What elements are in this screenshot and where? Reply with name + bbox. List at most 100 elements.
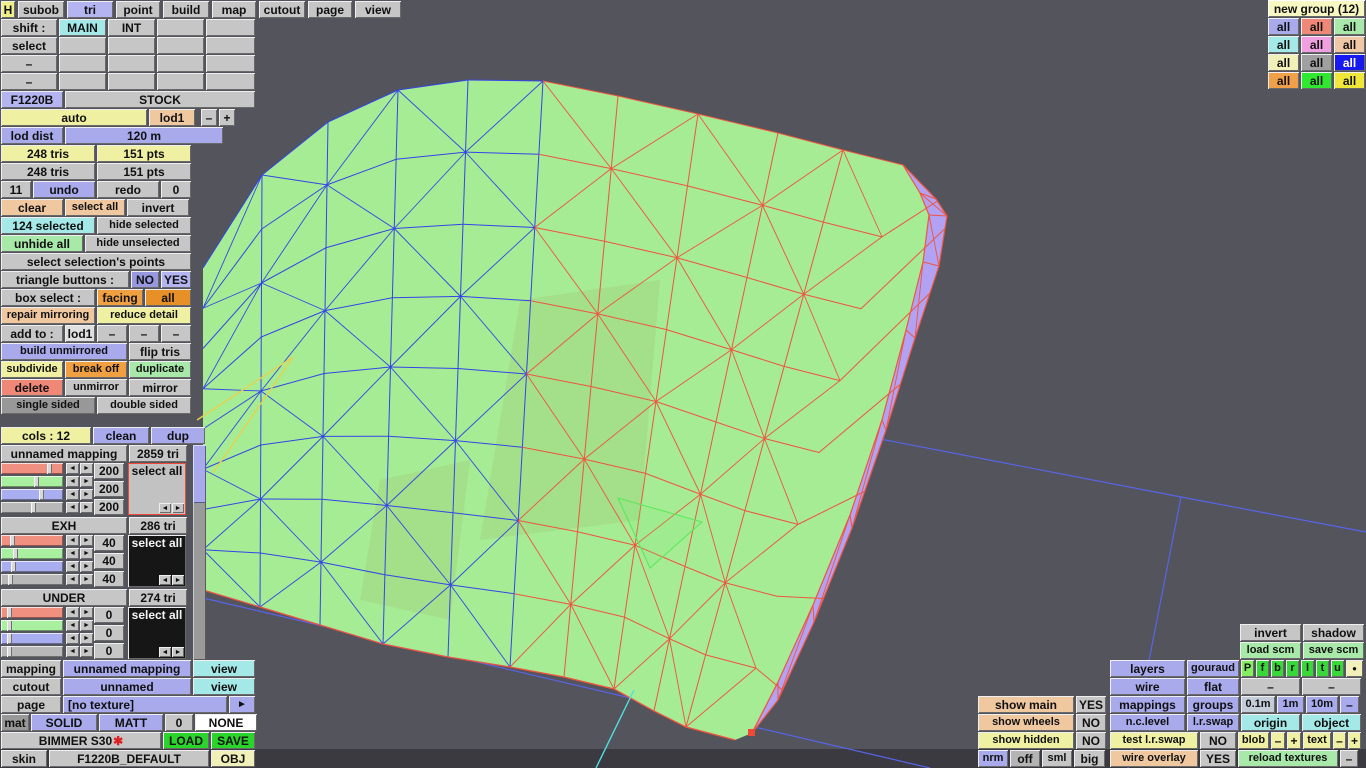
mat-none[interactable]: NONE [195,714,257,731]
nrm-sml[interactable]: sml [1042,750,1072,767]
mapping-scrollbar[interactable] [193,445,206,660]
config-stock[interactable]: STOCK [65,91,255,108]
lod-dist-label[interactable]: lod dist [1,127,63,144]
single-sided-button[interactable]: single sided [1,397,95,414]
layer-toggle-r[interactable]: r [1286,660,1299,677]
tris-count-total[interactable]: 248 tris [1,163,95,180]
show-main-yes[interactable]: YES [1076,696,1106,713]
group-all-button[interactable]: all [1268,18,1299,35]
group-all-button[interactable]: all [1334,36,1365,53]
mapping-view-button[interactable]: view [193,660,255,677]
tab-point[interactable]: point [116,1,160,18]
mirror-button[interactable]: mirror [129,379,191,396]
box-select-all[interactable]: all [145,289,191,306]
section-next-button[interactable]: ► [172,647,184,657]
slider-inc-button[interactable]: ► [80,646,93,657]
invert-view-button[interactable]: invert [1240,624,1301,641]
load-button[interactable]: LOAD [163,732,209,749]
slider-dec-button[interactable]: ◄ [66,607,79,618]
nrm-big[interactable]: big [1074,750,1105,767]
group-all-button[interactable]: all [1334,54,1365,71]
subobj-empty[interactable] [206,37,255,54]
delete-button[interactable]: delete [1,379,63,396]
layer-toggle-f[interactable]: f [1256,660,1269,677]
layer-toggle-l[interactable]: l [1301,660,1314,677]
slider-inc-button[interactable]: ► [80,620,93,631]
color-value[interactable]: 0 [94,607,124,623]
layer-toggle-t[interactable]: t [1316,660,1329,677]
origin-button[interactable]: origin [1241,714,1300,731]
slider-inc-button[interactable]: ► [80,548,93,559]
undo-button[interactable]: undo [33,181,95,198]
build-unmirrored-button[interactable]: build unmirrored [1,343,127,360]
gouraud-button[interactable]: gouraud [1187,660,1239,677]
layer-toggle-u[interactable]: u [1331,660,1344,677]
mappings-button[interactable]: mappings [1110,696,1185,713]
subobj-empty[interactable] [108,73,155,90]
tab-view[interactable]: view [355,1,401,18]
test-lr-swap-button[interactable]: test l.r.swap [1110,732,1198,749]
section-select-all[interactable]: select all ◄ ► [128,535,186,587]
color-value[interactable]: 0 [94,643,124,659]
mat-solid[interactable]: SOLID [31,714,97,731]
section-prev-button[interactable]: ◄ [159,647,171,657]
group-all-button[interactable]: all [1334,18,1365,35]
test-lr-swap-no[interactable]: NO [1200,732,1236,749]
lod-current[interactable]: lod1 [149,109,195,126]
flat-button[interactable]: flat [1187,678,1239,695]
mapping-name[interactable]: unnamed mapping [63,660,191,677]
tris-count[interactable]: 248 tris [1,145,95,162]
section-next-button[interactable]: ► [172,575,184,585]
subobj-empty[interactable] [206,19,255,36]
hide-selected-button[interactable]: hide selected [97,217,191,234]
redo-button[interactable]: redo [97,181,159,198]
shadow-button[interactable]: shadow [1303,624,1364,641]
color-slider[interactable] [1,607,63,618]
unhide-all-button[interactable]: unhide all [1,235,83,252]
slider-thumb[interactable] [31,502,36,513]
slider-inc-button[interactable]: ► [80,574,93,585]
cols-count[interactable]: cols : 12 [1,427,91,444]
tab-subob[interactable]: subob [18,1,64,18]
group-all-button[interactable]: all [1268,36,1299,53]
groups-button[interactable]: groups [1187,696,1239,713]
slider-inc-button[interactable]: ► [80,607,93,618]
slider-dec-button[interactable]: ◄ [66,502,79,513]
obj-button[interactable]: OBJ [211,750,255,767]
add-to-slot[interactable]: – [97,325,127,342]
cutout-name[interactable]: unnamed [63,678,191,695]
group-all-button[interactable]: all [1268,54,1299,71]
slider-dec-button[interactable]: ◄ [66,574,79,585]
new-group-header[interactable]: new group (12) [1268,0,1365,17]
show-wheels-no[interactable]: NO [1076,714,1106,731]
skin-name[interactable]: F1220B_DEFAULT [49,750,209,767]
color-slider[interactable] [1,463,63,474]
lod-minus[interactable]: – [201,109,217,126]
subobj-empty[interactable] [157,73,204,90]
mat-matt[interactable]: MATT [99,714,163,731]
select-label[interactable]: select [1,37,57,54]
color-value[interactable]: 0 [94,625,124,641]
color-value[interactable]: 200 [94,481,124,497]
group-all-button[interactable]: all [1268,72,1299,89]
tab-tri[interactable]: tri [67,1,113,18]
add-to-lod1[interactable]: lod1 [65,325,95,342]
section-next-button[interactable]: ► [172,503,184,513]
lr-swap-button[interactable]: l.r.swap [1187,714,1239,731]
subobj-empty[interactable] [206,55,255,72]
tab-build[interactable]: build [163,1,209,18]
color-slider[interactable] [1,502,63,513]
color-value[interactable]: 40 [94,571,124,587]
mapping-section-name[interactable]: EXH [1,517,127,534]
slider-thumb[interactable] [39,489,44,500]
car-name[interactable]: BIMMER S30 ✱ [1,732,161,749]
slider-thumb[interactable] [8,574,13,585]
slider-thumb[interactable] [11,561,16,572]
slider-thumb[interactable] [13,548,18,559]
subobj-empty[interactable] [157,37,204,54]
nrm-off[interactable]: off [1010,750,1040,767]
group-all-button[interactable]: all [1301,36,1332,53]
subobj-empty[interactable] [59,37,106,54]
save-scm-button[interactable]: save scm [1303,642,1364,659]
repair-mirroring-button[interactable]: repair mirroring [1,307,95,324]
